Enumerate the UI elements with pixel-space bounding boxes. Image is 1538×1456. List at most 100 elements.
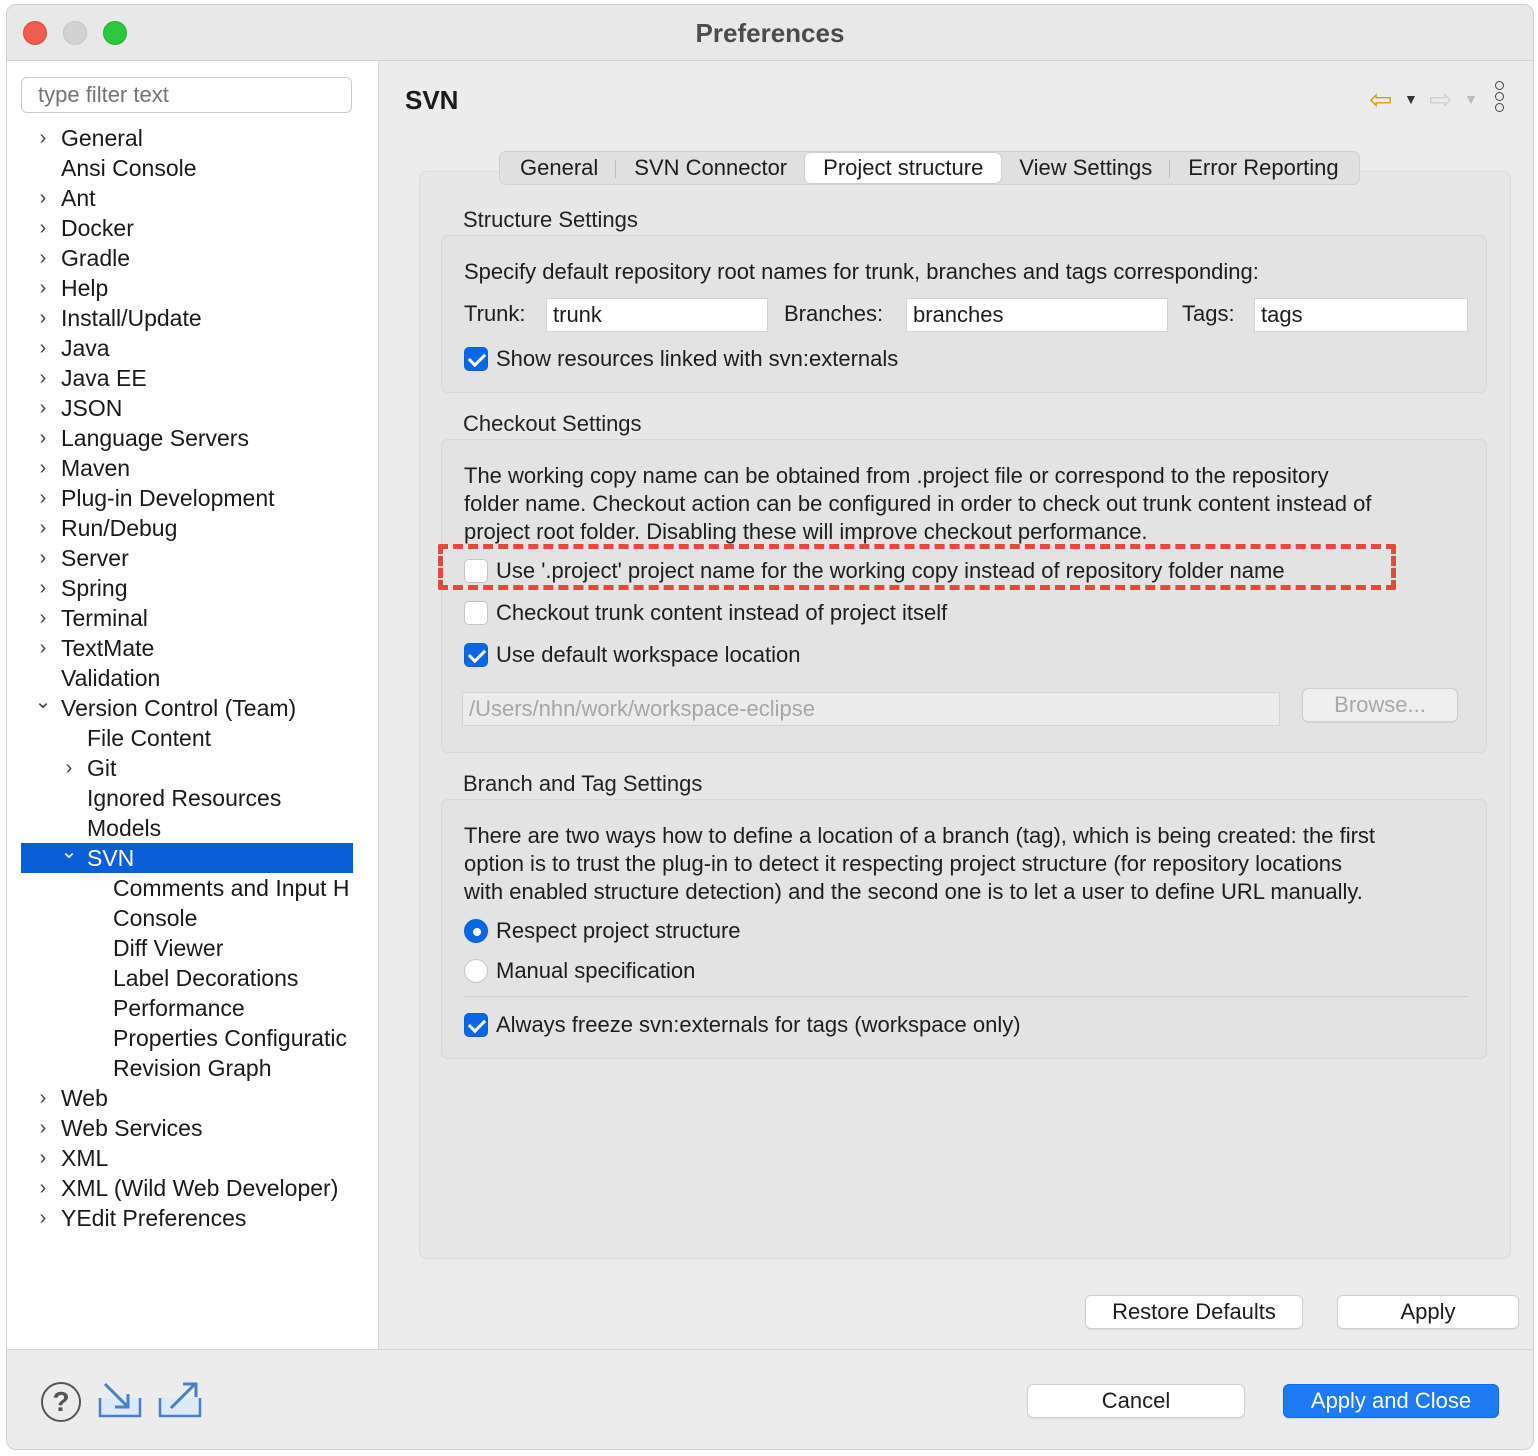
sidebar-item-java-ee[interactable]: › Java EE (21, 363, 353, 393)
chevron-right-icon[interactable]: › (33, 363, 53, 393)
sidebar-item-java[interactable]: › Java (21, 333, 353, 363)
workspace-location-field: /Users/nhn/work/workspace-eclipse (462, 692, 1280, 726)
sidebar-item-performance[interactable]: Performance (21, 993, 353, 1023)
sidebar-item-diff-viewer[interactable]: Diff Viewer (21, 933, 353, 963)
sidebar-item-version-control-team[interactable]: ⌄ Version Control (Team) (21, 693, 353, 723)
sidebar-item-maven[interactable]: › Maven (21, 453, 353, 483)
arrow-left-icon[interactable]: ⇦ (1369, 83, 1392, 116)
sidebar-item-web[interactable]: › Web (21, 1083, 353, 1113)
chevron-right-icon[interactable]: › (33, 393, 53, 423)
sidebar-item-svn[interactable]: ⌄ SVN (21, 843, 353, 873)
import-icon[interactable] (97, 1380, 143, 1420)
sidebar-item-label-decorations[interactable]: Label Decorations (21, 963, 353, 993)
chevron-right-icon[interactable]: › (33, 1143, 53, 1173)
sidebar-item-json[interactable]: › JSON (21, 393, 353, 423)
chevron-right-icon[interactable]: › (33, 1083, 53, 1113)
sidebar-item-console[interactable]: Console (21, 903, 353, 933)
sidebar-item-label: Server (61, 545, 129, 571)
sidebar-item-label: Run/Debug (61, 515, 178, 541)
chevron-right-icon[interactable]: › (33, 483, 53, 513)
chevron-right-icon[interactable]: › (33, 423, 53, 453)
export-icon[interactable] (157, 1380, 203, 1420)
browse-button: Browse... (1302, 688, 1458, 722)
tab-general[interactable]: General (502, 152, 617, 184)
chevron-right-icon[interactable]: › (33, 1203, 53, 1233)
sidebar-item-language-servers[interactable]: › Language Servers (21, 423, 353, 453)
sidebar-item-label: Java EE (61, 365, 147, 391)
sidebar-item-label: XML (Wild Web Developer) (61, 1175, 339, 1201)
chevron-down-icon[interactable]: ⌄ (33, 693, 53, 717)
sidebar-item-label: Maven (61, 455, 131, 481)
chevron-right-icon[interactable]: › (33, 453, 53, 483)
chevron-right-icon[interactable]: › (33, 123, 53, 153)
structure-settings-label: Structure Settings (463, 207, 638, 232)
chevron-right-icon[interactable]: › (59, 753, 79, 783)
sidebar-item-web-services[interactable]: › Web Services (21, 1113, 353, 1143)
sidebar-item-help[interactable]: › Help (21, 273, 353, 303)
sidebar-item-file-content[interactable]: File Content (21, 723, 353, 753)
tab-view-settings[interactable]: View Settings (1001, 152, 1171, 184)
tab-svn-connector[interactable]: SVN Connector (616, 152, 805, 184)
tags-field[interactable]: tags (1254, 298, 1468, 332)
cancel-button[interactable]: Cancel (1027, 1384, 1245, 1418)
sidebar-item-label: Comments and Input H (113, 875, 350, 901)
sidebar-item-general[interactable]: › General (21, 123, 353, 153)
sidebar-item-label: Gradle (61, 245, 131, 271)
chevron-right-icon[interactable]: › (33, 513, 53, 543)
sidebar-item-textmate[interactable]: › TextMate (21, 633, 353, 663)
restore-defaults-button[interactable]: Restore Defaults (1085, 1295, 1303, 1329)
sidebar-item-install-update[interactable]: › Install/Update (21, 303, 353, 333)
sidebar-item-spring[interactable]: › Spring (21, 573, 353, 603)
radio-selected-icon (464, 919, 488, 943)
sidebar-item-validation[interactable]: Validation (21, 663, 353, 693)
branches-field[interactable]: branches (906, 298, 1168, 332)
structure-description: Specify default repository root names fo… (464, 259, 1259, 284)
tab-error-reporting[interactable]: Error Reporting (1170, 152, 1356, 184)
chevron-right-icon[interactable]: › (33, 303, 53, 333)
sidebar-item-properties-configuratic[interactable]: Properties Configuratic (21, 1023, 353, 1053)
chevron-right-icon[interactable]: › (33, 543, 53, 573)
chevron-right-icon[interactable]: › (33, 213, 53, 243)
sidebar-item-yedit-preferences[interactable]: › YEdit Preferences (21, 1203, 353, 1233)
chevron-right-icon[interactable]: › (33, 273, 53, 303)
sidebar-item-run-debug[interactable]: › Run/Debug (21, 513, 353, 543)
sidebar-item-server[interactable]: › Server (21, 543, 353, 573)
chevron-right-icon[interactable]: › (33, 603, 53, 633)
chevron-down-icon[interactable]: ⌄ (59, 843, 79, 867)
checkout-description-line-2: folder name. Checkout action can be conf… (464, 491, 1372, 516)
apply-and-close-button[interactable]: Apply and Close (1283, 1384, 1499, 1418)
sidebar-item-ant[interactable]: › Ant (21, 183, 353, 213)
window-title: Preferences (695, 18, 845, 48)
sidebar-item-label: Docker (61, 215, 134, 241)
chevron-right-icon[interactable]: › (33, 183, 53, 213)
sidebar-item-xml[interactable]: › XML (21, 1143, 353, 1173)
sidebar-item-terminal[interactable]: › Terminal (21, 603, 353, 633)
sidebar-item-docker[interactable]: › Docker (21, 213, 353, 243)
chevron-right-icon[interactable]: › (33, 633, 53, 663)
help-icon[interactable]: ? (41, 1382, 81, 1422)
tab-project-structure[interactable]: Project structure (805, 153, 1002, 183)
arrow-right-icon: ⇨ (1429, 84, 1453, 115)
sidebar-item-xml-wild-web-developer[interactable]: › XML (Wild Web Developer) (21, 1173, 353, 1203)
sidebar-item-gradle[interactable]: › Gradle (21, 243, 353, 273)
sidebar-item-label: Properties Configuratic (113, 1025, 347, 1051)
sidebar: › General Ansi Console › Ant › Docker › Gradle › H… (7, 61, 379, 1349)
title-bar: Preferences (7, 5, 1533, 61)
sidebar-item-revision-graph[interactable]: Revision Graph (21, 1053, 353, 1083)
chevron-right-icon[interactable]: › (33, 573, 53, 603)
sidebar-item-ansi-console[interactable]: Ansi Console (21, 153, 353, 183)
chevron-right-icon[interactable]: › (33, 1113, 53, 1143)
trunk-field[interactable]: trunk (546, 298, 768, 332)
sidebar-item-ignored-resources[interactable]: Ignored Resources (21, 783, 353, 813)
chevron-right-icon[interactable]: › (33, 1173, 53, 1203)
filter-input[interactable] (21, 77, 352, 113)
sidebar-item-plug-in-development[interactable]: › Plug-in Development (21, 483, 353, 513)
apply-button[interactable]: Apply (1337, 1295, 1519, 1329)
kebab-menu-icon[interactable] (1495, 81, 1509, 114)
sidebar-item-models[interactable]: Models (21, 813, 353, 843)
back-dropdown-icon[interactable]: ▼ (1404, 91, 1418, 107)
chevron-right-icon[interactable]: › (33, 333, 53, 363)
chevron-right-icon[interactable]: › (33, 243, 53, 273)
sidebar-item-git[interactable]: › Git (21, 753, 353, 783)
sidebar-item-comments-and-input-h[interactable]: Comments and Input H (21, 873, 353, 903)
